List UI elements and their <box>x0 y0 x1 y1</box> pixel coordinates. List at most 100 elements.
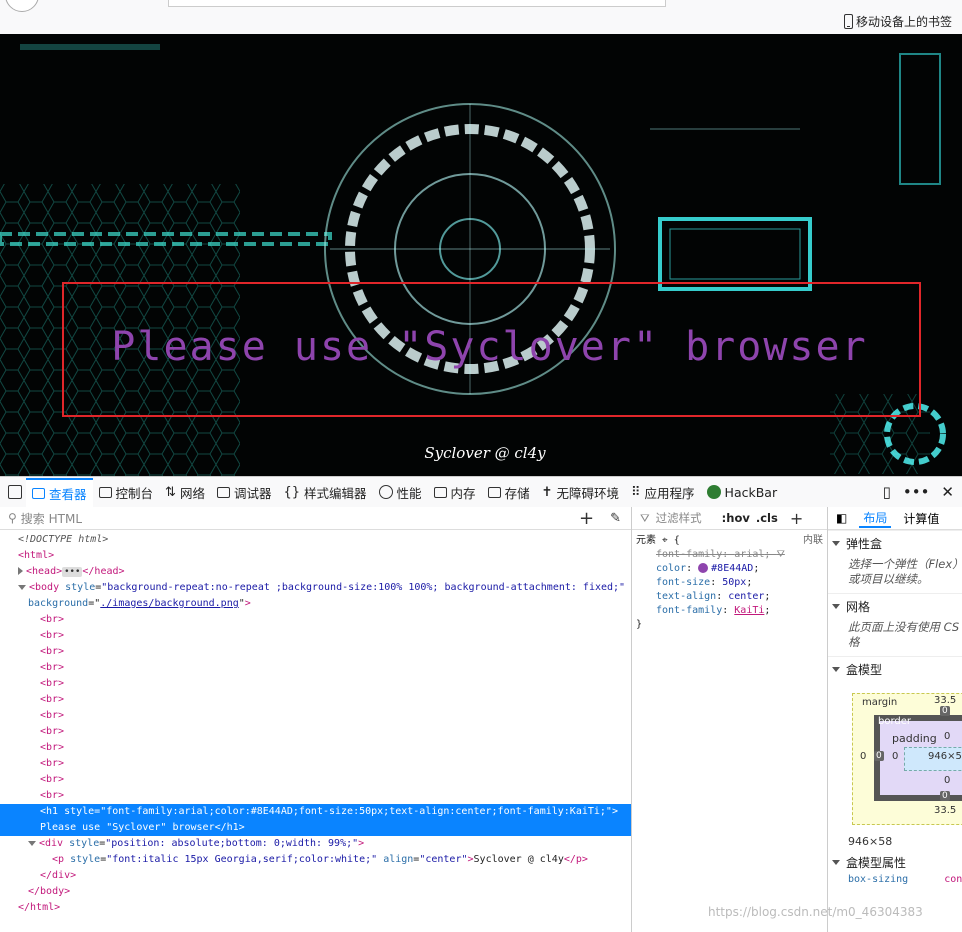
color-swatch-icon[interactable] <box>698 563 709 573</box>
layout-panel: ◧ 布局 计算值 弹性盒 选择一个弹性（Flex） 或项目以继续。 网格 此页面上… <box>828 507 962 932</box>
sidebar-toggle-icon[interactable]: ◧ <box>836 511 847 525</box>
tree-node-selected-text[interactable]: Please use "Syclover" browser</h1> <box>0 820 631 836</box>
tab-application[interactable]: ⠿ 应用程序 <box>625 478 701 507</box>
section-flexbox[interactable]: 弹性盒 <box>828 530 962 555</box>
box-sizing-row: box-sizing con <box>828 874 962 885</box>
tree-node[interactable]: </body> <box>0 884 631 900</box>
border-top-value[interactable]: 0 <box>940 706 950 716</box>
tab-network[interactable]: ⇅ 网络 <box>159 478 211 507</box>
tab-console[interactable]: 控制台 <box>93 478 160 507</box>
accessibility-icon: ✝ <box>541 484 553 500</box>
message-line: 此页面上没有使用 CS <box>848 620 960 634</box>
tab-layout[interactable]: 布局 <box>859 509 892 528</box>
content-size-value[interactable]: 946×58 <box>928 751 962 762</box>
mobile-bookmarks[interactable]: 移动设备上的书签 <box>843 13 952 30</box>
declaration[interactable]: text-align: center; <box>636 590 823 604</box>
tree-node[interactable]: <br> <box>0 660 631 676</box>
add-rule-icon[interactable]: + <box>790 509 803 528</box>
markup-panel: ⚲ 搜索 HTML + ✎ <!DOCTYPE html> <html> <he… <box>0 507 632 932</box>
br-tag: <br> <box>40 678 65 689</box>
br-tag: <br> <box>40 710 65 721</box>
padding-left-value[interactable]: 0 <box>892 751 898 762</box>
section-grid[interactable]: 网格 <box>828 593 962 618</box>
prop-value: arial <box>734 549 765 560</box>
tree-node[interactable]: <br> <box>0 740 631 756</box>
attr-name: background <box>28 598 89 609</box>
tree-node[interactable]: <body style="background-repeat:no-repeat… <box>0 580 631 596</box>
tree-node[interactable]: <div style="position: absolute;bottom: 0… <box>0 836 631 852</box>
margin-bottom-value[interactable]: 33.5 <box>934 805 956 816</box>
tree-node-selected[interactable]: <h1 style="font-family:arial;color:#8E44… <box>0 804 631 820</box>
margin-top-value[interactable]: 33.5 <box>934 695 956 706</box>
tree-node[interactable]: <br> <box>0 772 631 788</box>
tree-node[interactable]: <p style="font:italic 15px Georgia,serif… <box>0 852 631 868</box>
element-picker-icon[interactable] <box>8 485 22 499</box>
tree-node[interactable]: <br> <box>0 692 631 708</box>
padding-bottom-value[interactable]: 0 <box>944 775 950 786</box>
tree-node[interactable]: <br> <box>0 724 631 740</box>
tree-node[interactable]: <br> <box>0 708 631 724</box>
collapsed-ellipsis-icon[interactable]: ••• <box>62 567 83 577</box>
element-target-icon[interactable]: ⌖ <box>662 535 668 546</box>
tab-hackbar[interactable]: HackBar <box>701 478 784 507</box>
border-left-value[interactable]: 0 <box>874 751 884 761</box>
tree-node[interactable]: <br> <box>0 788 631 804</box>
tree-node[interactable]: <!DOCTYPE html> <box>0 532 631 548</box>
tree-node[interactable]: <br> <box>0 612 631 628</box>
back-button[interactable] <box>5 0 39 12</box>
tab-label: 查看器 <box>49 486 87 502</box>
tree-node[interactable]: <br> <box>0 644 631 660</box>
tab-debugger[interactable]: 调试器 <box>211 478 278 507</box>
close-icon[interactable]: ✕ <box>941 483 954 501</box>
tree-node[interactable]: </html> <box>0 900 631 916</box>
filter-styles-input[interactable]: 过滤样式 <box>656 510 702 526</box>
more-options-icon[interactable]: ••• <box>903 483 930 501</box>
tab-inspector[interactable]: 查看器 <box>26 477 93 507</box>
padding-top-value[interactable]: 0 <box>944 731 950 742</box>
tab-memory[interactable]: 内存 <box>428 478 482 507</box>
url-bar[interactable] <box>168 0 666 7</box>
margin-label: margin <box>862 697 898 708</box>
eyedropper-icon[interactable]: ✎ <box>610 511 621 526</box>
tree-node[interactable]: <br> <box>0 628 631 644</box>
rule-block: 内联 元素 ⌖ { font-family: arial; ⛛ color: #… <box>636 534 823 630</box>
br-tag: <br> <box>40 630 65 641</box>
attr-value: "position: absolute;bottom: 0;width: 99%… <box>105 838 359 849</box>
tab-accessibility[interactable]: ✝ 无障碍环境 <box>536 478 625 507</box>
attr-value: "font:italic 15px Georgia,serif;color:wh… <box>106 854 378 865</box>
section-box-model-properties[interactable]: 盒模型属性 <box>828 850 962 874</box>
dock-icon[interactable]: ▯ <box>883 483 891 501</box>
declaration[interactable]: font-size: 50px; <box>636 576 823 590</box>
section-title: 盒模型属性 <box>846 855 907 870</box>
tab-style-editor[interactable]: {} 样式编辑器 <box>277 478 372 507</box>
tab-computed[interactable]: 计算值 <box>903 510 939 527</box>
html-search-input[interactable]: 搜索 HTML <box>21 510 82 527</box>
tree-node[interactable]: </div> <box>0 868 631 884</box>
tab-label: 网络 <box>179 485 205 501</box>
tab-storage[interactable]: 存储 <box>482 478 536 507</box>
border-bottom-value[interactable]: 0 <box>940 791 950 801</box>
expand-icon[interactable] <box>18 567 23 575</box>
section-title: 弹性盒 <box>846 536 883 551</box>
tree-node[interactable]: <br> <box>0 676 631 692</box>
head-open-tag: <head> <box>26 566 63 577</box>
declaration-overridden[interactable]: font-family: arial; ⛛ <box>636 548 823 562</box>
tree-node[interactable]: <head> ••• </head> <box>0 564 631 580</box>
html-close-tag: </html> <box>18 902 61 913</box>
add-node-icon[interactable]: + <box>579 508 594 529</box>
margin-left-value[interactable]: 0 <box>860 751 866 762</box>
section-box-model[interactable]: 盒模型 <box>828 656 962 681</box>
declaration[interactable]: font-family: KaiTi; <box>636 604 823 618</box>
hov-toggle[interactable]: :hov <box>722 511 750 525</box>
attr-name: style <box>70 854 101 865</box>
collapse-icon[interactable] <box>28 840 36 846</box>
tree-node[interactable]: <html> <box>0 548 631 564</box>
attr-link[interactable]: ./images/background.png <box>100 598 238 609</box>
cls-toggle[interactable]: .cls <box>756 511 778 525</box>
tree-node[interactable]: <br> <box>0 756 631 772</box>
rule-source[interactable]: 内联 <box>803 534 823 548</box>
tab-performance[interactable]: 性能 <box>373 478 428 507</box>
rules-panel: ⛛ 过滤样式 :hov .cls + 内联 元素 ⌖ { font-family… <box>632 507 828 932</box>
collapse-icon[interactable] <box>18 584 26 590</box>
declaration[interactable]: color: #8E44AD; <box>636 562 823 576</box>
